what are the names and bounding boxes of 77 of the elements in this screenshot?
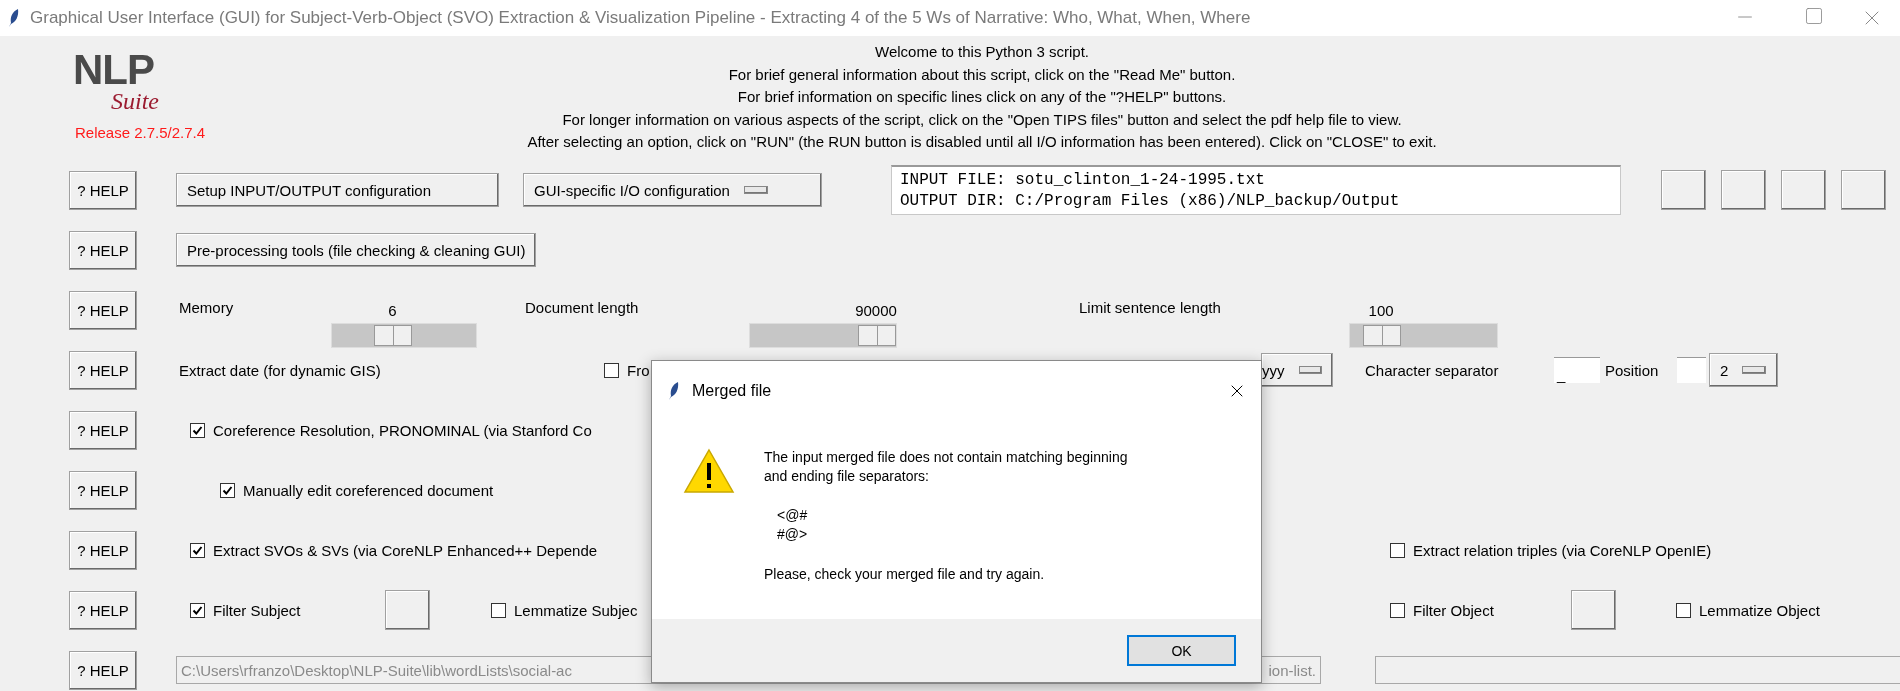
- path-field[interactable]: [1375, 656, 1900, 684]
- welcome-text: For brief information on specific lines click on any of the "?HELP" buttons.: [737, 87, 1227, 107]
- io-line: OUTPUT DIR: C:/Program Files (x86)/NLP_backup/Output: [900, 191, 1401, 212]
- position-dropdown[interactable]: 2: [1709, 353, 1778, 387]
- slider-label: Document length: [525, 299, 639, 316]
- slider-thumb[interactable]: [858, 325, 896, 346]
- help-button[interactable]: ? HELP: [69, 350, 137, 390]
- welcome-text: For longer information on various aspects of the script, click on the "Open TIPS files" button and select the pdf help file to view.: [562, 109, 1402, 130]
- separator-label: Character separator: [1365, 361, 1499, 379]
- slider-value: 100: [1368, 302, 1394, 319]
- checkbox[interactable]: [1390, 602, 1405, 618]
- blank-button[interactable]: [1721, 170, 1766, 210]
- checkbox-label: Manually edit coreferenced document: [243, 481, 494, 499]
- blank-button[interactable]: [385, 590, 430, 630]
- blank-button[interactable]: [1841, 170, 1886, 210]
- checkbox-label: Coreference Resolution, PRONOMINAL (via Stanford Co: [213, 421, 592, 439]
- checkbox-label: Extract SVOs & SVs (via CoreNLP Enhanced++ Depende: [213, 541, 598, 559]
- logo-text: NLP: [73, 50, 154, 90]
- checkbox[interactable]: [1390, 542, 1405, 558]
- welcome-text: After selecting an option, click on "RUN" (the RUN button is disabled until all I/O information has been entered). Click on "CLOSE" to exit.: [527, 132, 1437, 152]
- welcome-text: For brief general information about this script, click on the "Read Me" button.: [728, 64, 1236, 85]
- row-label: Extract date (for dynamic GIS): [179, 361, 381, 379]
- io-line: INPUT FILE: sotu_clinton_1-24-1995.txt: [900, 170, 1266, 191]
- separator-text: <@#: [777, 506, 808, 525]
- checkbox-label: Fro: [627, 361, 650, 379]
- help-button[interactable]: ? HELP: [69, 230, 137, 270]
- separator-text: #@>: [777, 525, 808, 544]
- help-button[interactable]: ? HELP: [69, 590, 137, 630]
- dialog-message: and ending file separators:: [764, 467, 929, 486]
- checkbox-label: Filter Object: [1413, 601, 1494, 619]
- checkbox[interactable]: [220, 482, 235, 498]
- warning-icon: [683, 448, 735, 494]
- help-button[interactable]: ? HELP: [69, 410, 137, 450]
- release-label: Release 2.7.5/2.7.4: [75, 124, 206, 141]
- help-button[interactable]: ? HELP: [69, 530, 137, 570]
- checkbox[interactable]: [491, 602, 506, 618]
- checkbox[interactable]: [190, 542, 205, 558]
- slider-thumb[interactable]: [374, 325, 413, 346]
- dialog-note: Please, check your merged file and try again.: [764, 565, 1045, 584]
- checkbox-label: Lemmatize Subjec: [514, 601, 638, 619]
- help-button[interactable]: ? HELP: [69, 290, 137, 330]
- checkbox[interactable]: [190, 422, 205, 438]
- welcome-text: Welcome to this Python 3 script.: [875, 42, 1089, 62]
- slider-thumb[interactable]: [1363, 325, 1402, 346]
- tools-button[interactable]: Pre-processing tools (file checking & cleaning GUI): [176, 233, 537, 267]
- checkbox-label: Filter Subject: [213, 601, 301, 619]
- slider-label: Memory: [179, 299, 234, 316]
- feather-icon: [668, 381, 680, 401]
- ok-button[interactable]: OK: [1127, 635, 1236, 666]
- checkbox[interactable]: [1676, 602, 1691, 618]
- slider-track[interactable]: [1349, 323, 1498, 348]
- help-button[interactable]: ? HELP: [69, 470, 137, 510]
- maximize-icon[interactable]: [1804, 6, 1824, 26]
- checkbox[interactable]: [190, 602, 205, 618]
- checkbox-label: Lemmatize Object: [1699, 601, 1820, 619]
- separator-field[interactable]: _: [1554, 357, 1600, 383]
- checkbox[interactable]: [604, 362, 619, 378]
- slider-value: 6: [388, 302, 397, 319]
- position-field[interactable]: [1677, 357, 1706, 383]
- logo-subtext: Suite: [111, 90, 159, 112]
- setup-button[interactable]: Setup INPUT/OUTPUT configuration: [176, 173, 499, 207]
- window-title: Graphical User Interface (GUI) for Subject-Verb-Object (SVO) Extraction & Visualization Pipeline - Extracting 4 of the 5 Ws of Narrative: Who, What, When, Where: [30, 8, 1251, 28]
- help-button[interactable]: ? HELP: [69, 170, 137, 210]
- slider-track[interactable]: [749, 323, 897, 348]
- slider-track[interactable]: [331, 323, 477, 348]
- blank-button[interactable]: [1571, 590, 1616, 630]
- format-dropdown[interactable]: yyy: [1261, 353, 1333, 387]
- slider-label: Limit sentence length: [1079, 299, 1221, 316]
- dialog-title: Merged file: [692, 382, 772, 400]
- feather-icon: [8, 8, 20, 28]
- slider-value: 90000: [855, 302, 897, 319]
- blank-button[interactable]: [1781, 170, 1826, 210]
- checkbox-label: Extract relation triples (via CoreNLP OpenIE): [1413, 541, 1712, 559]
- blank-button[interactable]: [1661, 170, 1706, 210]
- position-label: Position: [1605, 361, 1659, 379]
- io-dropdown[interactable]: GUI-specific I/O configuration: [523, 173, 822, 207]
- dialog-message: The input merged file does not contain matching beginning: [764, 448, 1128, 467]
